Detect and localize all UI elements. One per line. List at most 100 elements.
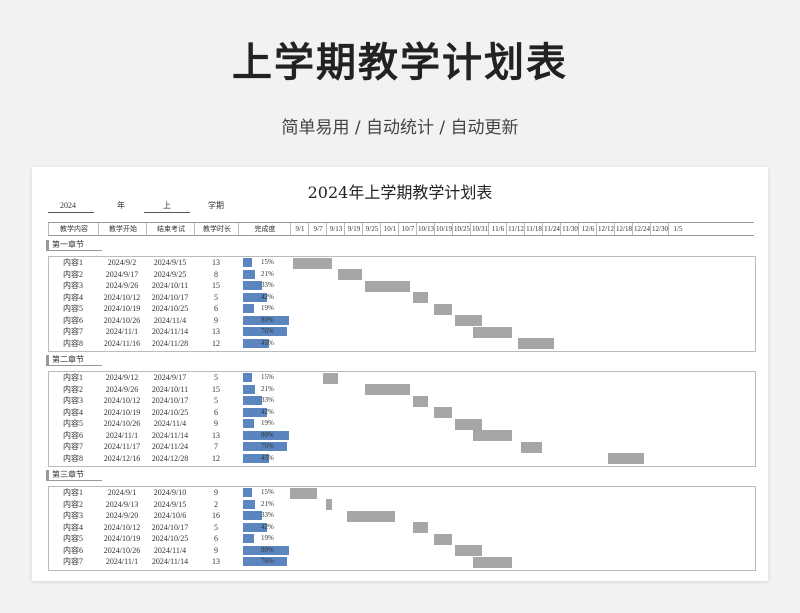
timeline-header: 10/31 bbox=[470, 223, 489, 235]
progress-label: 33% bbox=[261, 281, 274, 289]
table-cell: 2024/11/17 bbox=[103, 442, 141, 451]
term-underline bbox=[144, 212, 190, 213]
timeline-header: 12/6 bbox=[578, 223, 597, 235]
column-header: 完成度 bbox=[238, 223, 291, 235]
progress-label: 15% bbox=[261, 488, 274, 496]
table-cell: 2024/10/19 bbox=[103, 304, 141, 313]
year-underline bbox=[48, 212, 94, 213]
table-cell: 2024/10/17 bbox=[151, 292, 189, 302]
progress-label: 19% bbox=[261, 304, 274, 312]
gantt-bar bbox=[455, 545, 482, 556]
table-cell: 2024/10/25 bbox=[151, 304, 189, 313]
table-cell: 2024/9/20 bbox=[105, 511, 139, 520]
progress-label: 45% bbox=[261, 453, 274, 462]
table-cell: 2024/11/24 bbox=[151, 442, 189, 451]
table-cell: 内容7 bbox=[63, 442, 83, 451]
progress-bar bbox=[243, 304, 255, 313]
table-cell: 13 bbox=[212, 258, 220, 267]
timeline-header: 11/24 bbox=[542, 223, 561, 235]
page-title: 上学期教学计划表 bbox=[232, 40, 568, 86]
table-cell: 2024/10/11 bbox=[151, 281, 189, 290]
table-cell: 2024/9/13 bbox=[105, 499, 139, 509]
progress-label: 80% bbox=[261, 430, 274, 439]
year-value[interactable]: 2024 bbox=[60, 201, 76, 211]
table-cell: 内容6 bbox=[63, 545, 83, 555]
header-top-line bbox=[48, 222, 754, 223]
table-cell: 2024/9/10 bbox=[153, 488, 187, 497]
timeline-header: 10/1 bbox=[380, 223, 399, 235]
table-cell: 2024/10/26 bbox=[103, 545, 141, 555]
table-cell: 2024/9/15 bbox=[153, 258, 187, 267]
table-cell: 2024/10/11 bbox=[151, 384, 189, 394]
timeline-header: 12/12 bbox=[596, 223, 615, 235]
progress-bar bbox=[243, 511, 263, 520]
progress-label: 42% bbox=[261, 522, 274, 531]
table-cell: 2024/10/25 bbox=[151, 534, 189, 543]
table-cell: 5 bbox=[214, 396, 218, 405]
table-cell: 9 bbox=[214, 488, 218, 497]
table-cell: 2024/10/12 bbox=[103, 292, 141, 302]
term-value[interactable]: 上 bbox=[163, 201, 171, 211]
table-cell: 内容2 bbox=[63, 499, 83, 509]
section-label: 第三章节 bbox=[46, 470, 102, 481]
table-cell: 2024/10/19 bbox=[103, 534, 141, 543]
gantt-bar bbox=[326, 499, 332, 510]
progress-bar bbox=[243, 384, 256, 394]
gantt-bar bbox=[521, 441, 542, 453]
timeline-header: 12/18 bbox=[614, 223, 633, 235]
progress-bar bbox=[243, 534, 255, 543]
progress-label: 21% bbox=[261, 384, 274, 393]
timeline-header: 10/7 bbox=[398, 223, 417, 235]
table-cell: 2024/11/28 bbox=[151, 338, 189, 348]
table-cell: 2024/9/2 bbox=[107, 258, 137, 267]
table-cell: 2024/10/17 bbox=[151, 522, 189, 532]
table-cell: 2024/10/26 bbox=[103, 315, 141, 325]
table-cell: 2024/9/1 bbox=[107, 488, 137, 497]
table-cell: 2024/10/25 bbox=[151, 407, 189, 417]
progress-label: 15% bbox=[261, 373, 274, 381]
header-bottom-line bbox=[48, 235, 754, 236]
column-header: 教学内容 bbox=[48, 223, 99, 235]
progress-bar bbox=[243, 269, 256, 279]
table-cell: 2024/11/1 bbox=[105, 327, 139, 336]
gantt-bar bbox=[473, 556, 512, 568]
table-cell: 9 bbox=[214, 315, 218, 325]
gantt-bar bbox=[434, 533, 452, 545]
table-cell: 内容5 bbox=[63, 534, 83, 543]
progress-bar bbox=[243, 396, 263, 405]
table-cell: 5 bbox=[214, 522, 218, 532]
table-cell: 内容5 bbox=[63, 304, 83, 313]
gantt-bar bbox=[413, 522, 428, 533]
timeline-header: 11/12 bbox=[506, 223, 525, 235]
progress-label: 21% bbox=[261, 499, 274, 508]
page-subtitle: 简单易用 / 自动统计 / 自动更新 bbox=[281, 118, 519, 138]
table-cell: 2024/11/1 bbox=[105, 430, 139, 440]
progress-bar bbox=[243, 499, 256, 509]
timeline-header: 12/30 bbox=[650, 223, 669, 235]
progress-label: 80% bbox=[261, 315, 274, 324]
table-cell: 内容6 bbox=[63, 315, 83, 325]
progress-bar bbox=[243, 281, 263, 290]
table-cell: 7 bbox=[214, 442, 218, 451]
table-cell: 13 bbox=[212, 557, 220, 566]
gantt-bar bbox=[413, 395, 428, 407]
gantt-bar bbox=[608, 453, 644, 464]
table-cell: 15 bbox=[212, 281, 220, 290]
column-header: 结束考试 bbox=[146, 223, 195, 235]
timeline-header: 12/24 bbox=[632, 223, 651, 235]
timeline-header: 9/1 bbox=[290, 223, 309, 235]
table-cell: 5 bbox=[214, 292, 218, 302]
table-cell: 12 bbox=[212, 338, 220, 348]
timeline-header: 9/19 bbox=[344, 223, 363, 235]
progress-label: 21% bbox=[261, 269, 274, 278]
table-cell: 内容4 bbox=[63, 407, 83, 417]
progress-label: 76% bbox=[261, 442, 274, 450]
table-cell: 2024/11/16 bbox=[103, 338, 141, 348]
table-cell: 2024/9/17 bbox=[153, 373, 187, 382]
table-cell: 16 bbox=[212, 511, 220, 520]
table-cell: 2024/11/4 bbox=[153, 419, 187, 428]
table-cell: 2 bbox=[214, 499, 218, 509]
table-cell: 12 bbox=[212, 453, 220, 463]
table-cell: 9 bbox=[214, 419, 218, 428]
gantt-bar bbox=[455, 418, 482, 430]
